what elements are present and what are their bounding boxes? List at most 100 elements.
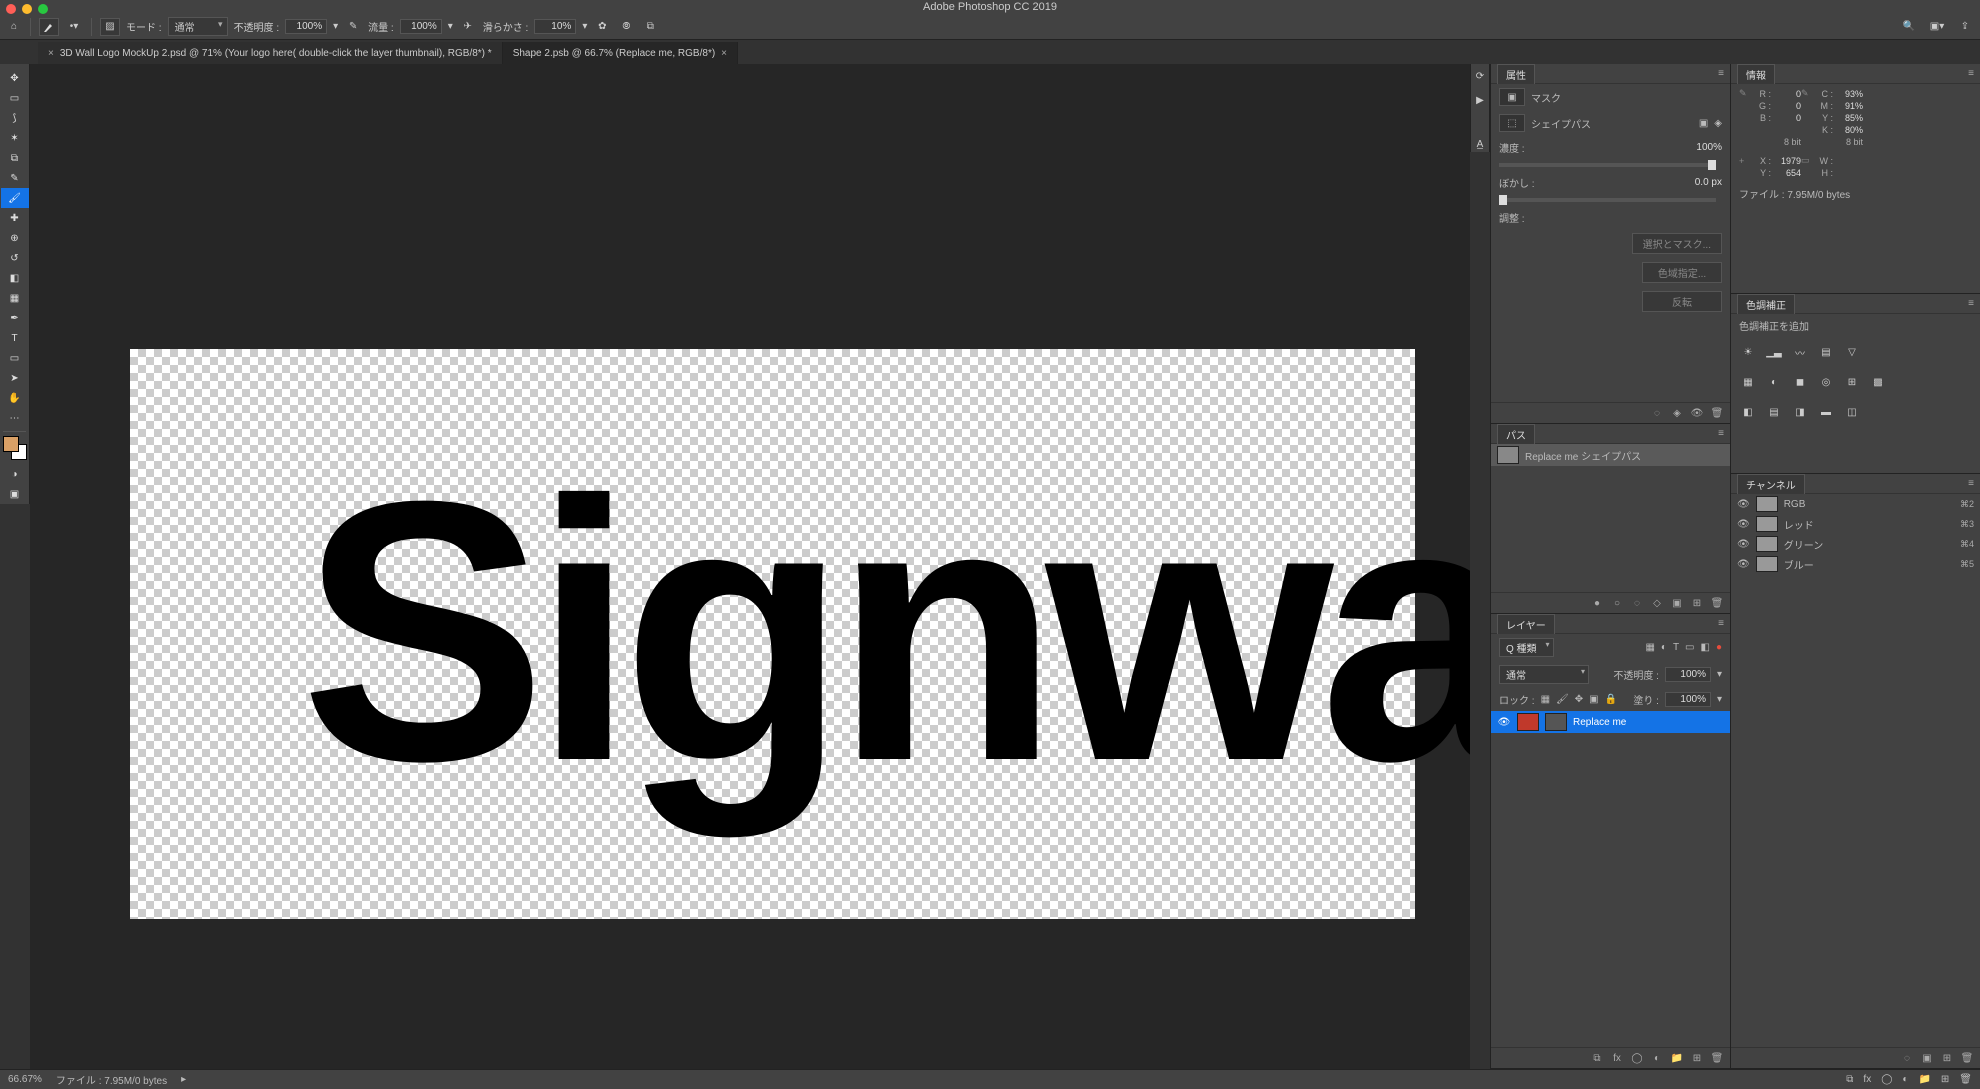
maximize-icon[interactable] bbox=[38, 4, 48, 14]
brush-size-picker[interactable]: •▾ bbox=[65, 18, 83, 36]
photo-filter-icon[interactable]: ◎ bbox=[1817, 373, 1835, 391]
panel-menu-icon[interactable]: ≡ bbox=[1968, 478, 1974, 489]
levels-icon[interactable]: ▁▃ bbox=[1765, 343, 1783, 361]
channel-red[interactable]: 👁レッド⌘3 bbox=[1731, 514, 1980, 534]
fill-input[interactable]: 100% bbox=[1665, 692, 1711, 707]
new-channel-icon[interactable]: ⊞ bbox=[1940, 1051, 1954, 1065]
filter-type-icon[interactable]: T bbox=[1673, 642, 1679, 653]
visibility-icon[interactable]: 👁 bbox=[1737, 519, 1750, 530]
character-panel-icon[interactable]: A̲ bbox=[1472, 136, 1488, 152]
crop-tool[interactable]: ⧉ bbox=[1, 148, 29, 168]
artboard[interactable]: Signwall bbox=[130, 349, 1415, 919]
lasso-tool[interactable]: ⟆ bbox=[1, 108, 29, 128]
density-slider[interactable] bbox=[1499, 163, 1716, 167]
paths-tab[interactable]: パス bbox=[1497, 424, 1535, 444]
add-mask-icon[interactable]: ◯ bbox=[1630, 1051, 1644, 1065]
symmetry-icon[interactable]: ⧉ bbox=[641, 18, 659, 36]
new-icon[interactable]: ⊞ bbox=[1941, 1074, 1949, 1085]
file-info[interactable]: ファイル : 7.95M/0 bytes bbox=[56, 1072, 167, 1087]
close-icon[interactable] bbox=[6, 4, 16, 14]
mask-thumb[interactable] bbox=[1545, 713, 1567, 731]
quick-select-tool[interactable]: ✶ bbox=[1, 128, 29, 148]
history-panel-icon[interactable]: ⟳ bbox=[1472, 68, 1488, 84]
channel-mixer-icon[interactable]: ⊞ bbox=[1843, 373, 1861, 391]
history-brush-tool[interactable]: ↺ bbox=[1, 248, 29, 268]
path-select-tool[interactable]: ➤ bbox=[1, 368, 29, 388]
filter-adjust-icon[interactable]: ◐ bbox=[1661, 642, 1667, 653]
home-icon[interactable]: ⌂ bbox=[6, 19, 22, 35]
flow-input[interactable]: 100% bbox=[400, 19, 442, 34]
smoothing-options-icon[interactable]: ✿ bbox=[593, 18, 611, 36]
screen-mode-toggle[interactable]: ▣ bbox=[1, 484, 29, 504]
link-layers-icon[interactable]: ⧉ bbox=[1590, 1051, 1604, 1065]
layer-name[interactable]: Replace me bbox=[1573, 717, 1626, 728]
threshold-icon[interactable]: ◨ bbox=[1791, 403, 1809, 421]
channel-green[interactable]: 👁グリーン⌘4 bbox=[1731, 534, 1980, 554]
status-arrow-icon[interactable]: ▸ bbox=[181, 1074, 186, 1085]
delete-channel-icon[interactable]: 🗑 bbox=[1960, 1051, 1974, 1065]
posterize-icon[interactable]: ▤ bbox=[1765, 403, 1783, 421]
visibility-icon[interactable]: 👁 bbox=[1737, 559, 1750, 570]
more-tools[interactable]: ⋯ bbox=[1, 408, 29, 428]
invert-button[interactable]: 反転 bbox=[1642, 291, 1722, 312]
brightness-icon[interactable]: ☀ bbox=[1739, 343, 1757, 361]
gradient-map-icon[interactable]: ▬ bbox=[1817, 403, 1835, 421]
pressure-opacity-icon[interactable]: ✎ bbox=[344, 18, 362, 36]
healing-tool[interactable]: ✚ bbox=[1, 208, 29, 228]
new-group-icon[interactable]: 📁 bbox=[1670, 1051, 1684, 1065]
make-workpath-icon[interactable]: ◇ bbox=[1650, 596, 1664, 610]
layer-item[interactable]: 👁 Replace me bbox=[1491, 711, 1730, 733]
canvas-area[interactable]: Signwall bbox=[30, 64, 1470, 1069]
delete-layer-icon[interactable]: 🗑 bbox=[1710, 1051, 1724, 1065]
search-icon[interactable]: 🔍 bbox=[1900, 18, 1918, 36]
layer-blend-mode[interactable]: 通常 bbox=[1499, 665, 1589, 684]
apply-mask-icon[interactable]: ◈ bbox=[1670, 406, 1684, 420]
bw-icon[interactable]: ◼ bbox=[1791, 373, 1809, 391]
layer-opacity-input[interactable]: 100% bbox=[1665, 667, 1711, 682]
color-swatches[interactable] bbox=[3, 436, 27, 460]
fx-icon[interactable]: fx bbox=[1863, 1074, 1871, 1085]
lock-paint-icon[interactable]: 🖌 bbox=[1556, 694, 1569, 705]
actions-panel-icon[interactable]: ▶ bbox=[1472, 92, 1488, 108]
visibility-icon[interactable]: 👁 bbox=[1737, 499, 1750, 510]
select-and-mask-button[interactable]: 選択とマスク... bbox=[1632, 233, 1722, 254]
load-path-selection-icon[interactable]: ◌ bbox=[1630, 596, 1644, 610]
visibility-icon[interactable]: 👁 bbox=[1497, 717, 1511, 728]
delete-path-icon[interactable]: 🗑 bbox=[1710, 596, 1724, 610]
new-layer-icon[interactable]: ⊞ bbox=[1690, 1051, 1704, 1065]
brush-tool[interactable]: 🖌 bbox=[1, 188, 29, 208]
disable-mask-icon[interactable]: 👁 bbox=[1690, 406, 1704, 420]
color-range-button[interactable]: 色域指定... bbox=[1642, 262, 1722, 283]
tab-document-2[interactable]: Shape 2.psb @ 66.7% (Replace me, RGB/8*)… bbox=[503, 42, 738, 64]
new-adjustment-icon[interactable]: ◐ bbox=[1650, 1051, 1664, 1065]
eyedropper-tool[interactable]: ✎ bbox=[1, 168, 29, 188]
save-selection-icon[interactable]: ▣ bbox=[1920, 1051, 1934, 1065]
brush-preset-picker[interactable] bbox=[39, 18, 59, 36]
feather-slider[interactable] bbox=[1499, 198, 1716, 202]
folder-icon[interactable]: 📁 bbox=[1918, 1074, 1930, 1085]
properties-tab[interactable]: 属性 bbox=[1497, 64, 1535, 84]
info-tab[interactable]: 情報 bbox=[1737, 64, 1775, 84]
trash-icon[interactable]: 🗑 bbox=[1959, 1074, 1972, 1085]
layer-filter-type[interactable]: Q 種類 bbox=[1499, 638, 1554, 657]
pressure-size-icon[interactable]: ⦾ bbox=[617, 18, 635, 36]
text-tool[interactable]: T bbox=[1, 328, 29, 348]
brush-panel-toggle[interactable]: ▨ bbox=[100, 18, 120, 36]
opacity-input[interactable]: 100% bbox=[285, 19, 327, 34]
workspace-switcher-icon[interactable]: ▣▾ bbox=[1928, 18, 1946, 36]
curves-icon[interactable]: 〰 bbox=[1791, 343, 1809, 361]
add-mask-icon[interactable]: ▣ bbox=[1670, 596, 1684, 610]
channels-tab[interactable]: チャンネル bbox=[1737, 474, 1805, 494]
smoothing-input[interactable]: 10% bbox=[534, 19, 576, 34]
invert-icon[interactable]: ◧ bbox=[1739, 403, 1757, 421]
layer-thumb[interactable] bbox=[1517, 713, 1539, 731]
close-icon[interactable]: × bbox=[48, 48, 54, 59]
share-icon[interactable]: ⇪ bbox=[1956, 18, 1974, 36]
channel-rgb[interactable]: 👁RGB⌘2 bbox=[1731, 494, 1980, 514]
layers-tab[interactable]: レイヤー bbox=[1497, 614, 1555, 634]
blend-mode-dropdown[interactable]: 通常 bbox=[168, 17, 228, 36]
lock-transparent-icon[interactable]: ▦ bbox=[1541, 694, 1550, 705]
tab-document-1[interactable]: × 3D Wall Logo MockUp 2.psd @ 71% (Your … bbox=[38, 42, 503, 64]
vibrance-icon[interactable]: ▽ bbox=[1843, 343, 1861, 361]
filter-smart-icon[interactable]: ◧ bbox=[1701, 642, 1710, 653]
